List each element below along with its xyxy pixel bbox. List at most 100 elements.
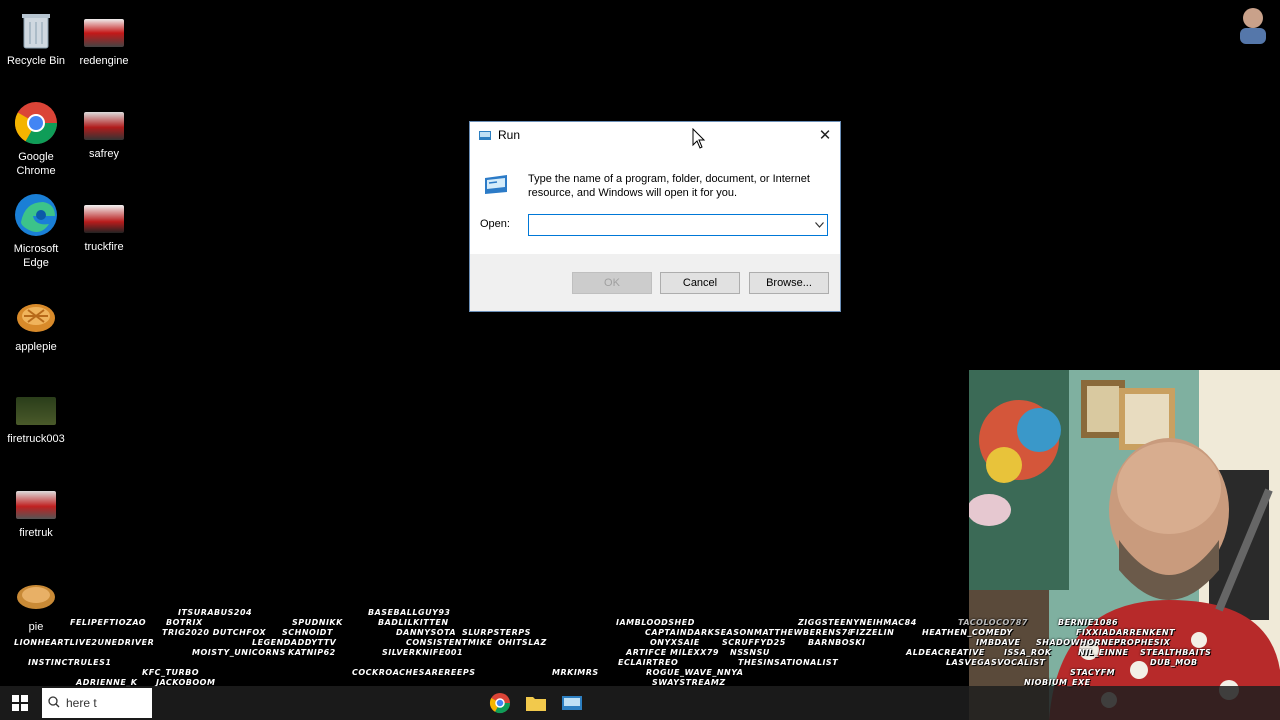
search-icon: [48, 695, 60, 711]
chatter-name: SCHNOIDT: [282, 628, 333, 637]
desktop-icon-firetruck003[interactable]: firetruck003: [0, 388, 72, 446]
chatter-name: ZIGGSTEENYNEIHMAC84: [798, 618, 917, 627]
fire-truck-thumbnail: [16, 482, 56, 522]
chatter-name: SCRUFFYD25: [722, 638, 786, 647]
chatter-name: FIXXIADARRENKENT: [1076, 628, 1176, 637]
chatter-name: SILVERKNIFE001: [382, 648, 464, 657]
search-placeholder: here t: [66, 696, 97, 710]
ok-button[interactable]: OK: [572, 272, 652, 294]
chatter-name: CAPTAINDARKSEASON: [645, 628, 754, 637]
desktop-icon-label: Recycle Bin: [6, 55, 66, 67]
chatter-name: NIL_EINNE: [1078, 648, 1129, 657]
run-app-icon: [478, 128, 492, 142]
run-dialog-body: Type the name of a program, folder, docu…: [470, 148, 840, 254]
windows-icon: [12, 695, 28, 711]
fire-truck-thumbnail: [84, 196, 124, 236]
cancel-button[interactable]: Cancel: [660, 272, 740, 294]
run-dialog-title: Run: [498, 128, 521, 142]
chatter-name: DANNYSOTA: [396, 628, 457, 637]
chatter-name: SHADOWHORNET3: [1036, 638, 1127, 647]
desktop-icon-label: safrey: [89, 148, 119, 160]
chatter-name: LIONHEARTLIVE2UNEDRIVER: [14, 638, 155, 647]
chatter-names-overlay: ITSURABUS204 BASEBALLGUY93 FELIPEFTIOZAO…: [0, 606, 1280, 690]
chatter-name: PROPHESIX: [1114, 638, 1171, 647]
chatter-name: SLURPSTERPS: [462, 628, 531, 637]
taskbar-search-box[interactable]: here t: [42, 688, 152, 718]
recycle-bin-icon: [16, 10, 56, 50]
chatter-name: ECLAIRTREO: [618, 658, 679, 667]
chatter-name: SPUDNIKK: [292, 618, 343, 627]
chatter-name: STACYFM: [1070, 668, 1116, 677]
chatter-name: ALDEACREATIVE: [906, 648, 985, 657]
chatter-name: COCKROACHESAREREEPS: [352, 668, 476, 677]
desktop-icon-label: firetruck003: [7, 433, 65, 445]
fire-truck-thumbnail: [16, 388, 56, 428]
open-combobox[interactable]: [528, 214, 828, 236]
chatter-name: CONSISTENTMIKE: [406, 638, 493, 647]
desktop-icon-google-chrome[interactable]: Google Chrome: [0, 100, 72, 178]
chatter-name: IMBDAVE: [976, 638, 1021, 647]
taskbar-app-chrome[interactable]: [482, 686, 518, 720]
taskbar-app-explorer[interactable]: [518, 686, 554, 720]
chatter-name: KFC_TURBO: [142, 668, 200, 677]
chatter-name: ONYXSAIE: [650, 638, 700, 647]
open-input[interactable]: [529, 215, 811, 235]
start-button[interactable]: [0, 686, 40, 720]
chatter-name: DUB_MOB: [1150, 658, 1198, 667]
mouse-pointer-icon: [692, 127, 706, 150]
chrome-icon: [489, 693, 511, 714]
chatter-name: BOTRIX: [166, 618, 203, 627]
desktop-icon-label: Google Chrome: [16, 151, 56, 177]
chatter-name: HEATHEN_COMEDY: [922, 628, 1013, 637]
desktop-icon-safrey[interactable]: safrey: [68, 103, 140, 161]
chatter-name: FELIPEFTIOZAO: [70, 618, 147, 627]
desktop-icon-firetruk[interactable]: firetruk: [0, 482, 72, 540]
run-dialog: Run ✕ Type the name of a program, folder…: [469, 121, 841, 312]
browse-button[interactable]: Browse...: [749, 272, 829, 294]
folder-icon: [526, 697, 546, 711]
close-icon[interactable]: ✕: [810, 122, 840, 148]
chatter-name: MOISTY_UNICORNS: [192, 648, 286, 657]
chatter-name: LASVEGASVOCALIST: [946, 658, 1046, 667]
chatter-name: ARTIFCE: [626, 648, 667, 657]
run-app-icon: [562, 696, 582, 710]
chatter-name: KATNIP62: [288, 648, 336, 657]
run-dialog-titlebar[interactable]: Run ✕: [470, 122, 840, 148]
desktop-icon-label: redengine: [79, 55, 129, 67]
streamer-avatar: [1234, 4, 1272, 44]
chatter-name: ROGUE_WAVE_NNYA: [646, 668, 744, 677]
chatter-name: MATTHEWBERENS78: [754, 628, 854, 637]
chatter-name: BARNBOSKI: [808, 638, 866, 647]
taskbar-app-run[interactable]: [554, 686, 590, 720]
desktop-icon-label: truckfire: [84, 241, 124, 253]
chatter-name: MILEXX79: [670, 648, 719, 657]
desktop-icon-label: applepie: [15, 341, 57, 353]
chatter-name: BASEBALLGUY93: [368, 608, 451, 617]
taskbar: here t: [0, 686, 1280, 720]
desktop-icon-truckfire[interactable]: truckfire: [68, 196, 140, 254]
desktop-icon-label: firetruk: [19, 527, 53, 539]
desktop-icon-redengine[interactable]: redengine: [68, 10, 140, 68]
chatter-name: INSTINCTRULES1: [28, 658, 112, 667]
desktop-icon-recycle-bin[interactable]: Recycle Bin: [0, 10, 72, 68]
edge-icon: [13, 192, 59, 238]
chatter-name: TACOLOCO787: [958, 618, 1028, 627]
run-program-icon: [482, 170, 510, 198]
chrome-icon: [13, 100, 59, 146]
chatter-name: ISSA_ROK: [1004, 648, 1052, 657]
chatter-name: STEALTHBAITS: [1140, 648, 1212, 657]
run-dialog-footer: OK Cancel Browse...: [470, 254, 840, 313]
open-label: Open:: [480, 218, 510, 230]
chatter-name: NSSNSU: [730, 648, 770, 657]
chevron-down-icon[interactable]: [811, 215, 827, 235]
chatter-name: LEGENDADDYTTV: [252, 638, 337, 647]
fire-truck-thumbnail: [84, 103, 124, 143]
chatter-name: FIZZELIN: [850, 628, 895, 637]
desktop-icon-applepie[interactable]: applepie: [0, 296, 72, 354]
run-dialog-description: Type the name of a program, folder, docu…: [528, 173, 810, 199]
desktop-icon-microsoft-edge[interactable]: Microsoft Edge: [0, 192, 72, 270]
chatter-name: TRIG2020 DUTCHFOX: [162, 628, 267, 637]
chatter-name: THESINSATIONALIST: [738, 658, 839, 667]
chatter-name: ITSURABUS204: [178, 608, 253, 617]
chatter-name: OHITSLAZ: [498, 638, 547, 647]
